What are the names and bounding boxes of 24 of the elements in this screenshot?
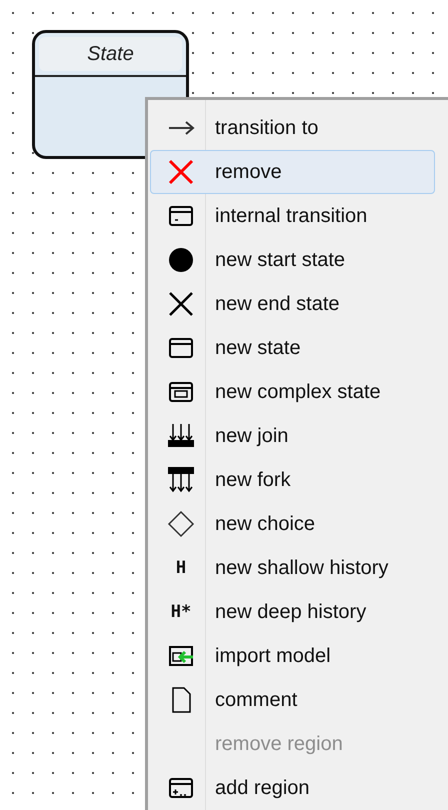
- history-icon: H: [176, 560, 186, 576]
- join-icon: [167, 422, 195, 450]
- menu-item[interactable]: new choice: [150, 502, 435, 546]
- menu-item[interactable]: remove: [150, 150, 435, 194]
- menu-item[interactable]: comment: [150, 678, 435, 722]
- close-icon: [167, 158, 195, 186]
- menu-item[interactable]: internal transition: [150, 194, 435, 238]
- menu-item[interactable]: new fork: [150, 458, 435, 502]
- menu-item[interactable]: H new shallow history: [150, 546, 435, 590]
- history-icon: H*: [170, 604, 192, 620]
- menu-item[interactable]: new join: [150, 414, 435, 458]
- cross-icon: [167, 290, 195, 318]
- menu-item[interactable]: transition to: [150, 106, 435, 150]
- menu-item[interactable]: new state: [150, 326, 435, 370]
- menu-item[interactable]: new start state: [150, 238, 435, 282]
- diamond-icon: [167, 510, 195, 538]
- menu-item[interactable]: H* new deep history: [150, 590, 435, 634]
- state-title: State: [87, 42, 134, 67]
- menu-item[interactable]: import model: [150, 634, 435, 678]
- fork-icon: [167, 466, 195, 494]
- menu-item[interactable]: add region: [150, 766, 435, 810]
- filled-circle-icon: [167, 246, 195, 274]
- menu-item[interactable]: new end state: [150, 282, 435, 326]
- menu-item[interactable]: new complex state: [150, 370, 435, 414]
